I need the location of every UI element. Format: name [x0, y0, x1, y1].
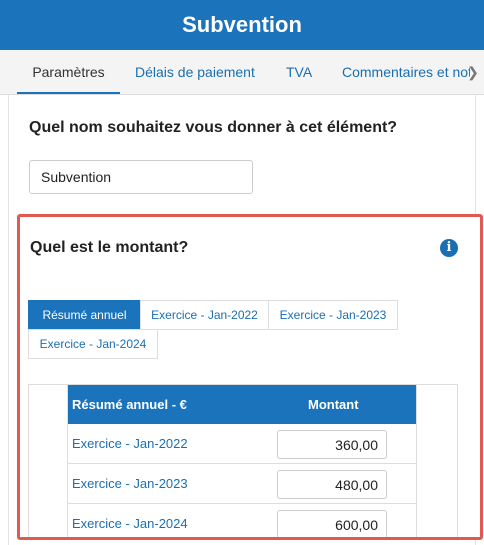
period-tab-resume-annuel[interactable]: Résumé annuel	[28, 300, 141, 330]
amount-input-jan-2024[interactable]	[277, 510, 387, 537]
name-input[interactable]	[29, 160, 253, 194]
tab-parametres[interactable]: Paramètres	[17, 50, 120, 94]
info-icon[interactable]: i	[440, 239, 458, 257]
page-title: Subvention	[182, 12, 302, 37]
table-row: Exercice - Jan-2022	[68, 424, 416, 464]
table-row: Exercice - Jan-2023	[68, 464, 416, 504]
app-header: Subvention	[0, 0, 484, 50]
period-tab-jan-2023[interactable]: Exercice - Jan-2023	[268, 300, 398, 330]
chevron-right-icon[interactable]: ❯	[466, 64, 480, 80]
column-header-amount: Montant	[308, 397, 359, 412]
row-label-jan-2024[interactable]: Exercice - Jan-2024	[72, 516, 188, 531]
amount-section: Quel est le montant? i Résumé annuel Exe…	[17, 214, 483, 540]
tab-tva[interactable]: TVA	[286, 50, 312, 94]
tab-commentaires[interactable]: Commentaires et notes	[342, 50, 470, 94]
amount-input-jan-2022[interactable]	[277, 430, 387, 459]
period-tab-jan-2022[interactable]: Exercice - Jan-2022	[140, 300, 269, 330]
tab-delais-de-paiement[interactable]: Délais de paiement	[135, 50, 255, 94]
amount-table-frame: Résumé annuel - € Montant Exercice - Jan…	[28, 384, 458, 537]
amount-input-jan-2023[interactable]	[277, 470, 387, 499]
period-tab-jan-2024[interactable]: Exercice - Jan-2024	[28, 329, 158, 359]
column-header-period: Résumé annuel - €	[72, 397, 187, 412]
row-label-jan-2022[interactable]: Exercice - Jan-2022	[72, 436, 188, 451]
table-header: Résumé annuel - € Montant	[68, 385, 416, 424]
table-row: Exercice - Jan-2024	[68, 504, 416, 537]
name-question: Quel nom souhaitez vous donner à cet élé…	[29, 119, 398, 136]
amount-table: Résumé annuel - € Montant Exercice - Jan…	[67, 385, 417, 537]
amount-question: Quel est le montant?	[30, 239, 189, 256]
tab-bar: Paramètres Délais de paiement TVA Commen…	[0, 50, 484, 95]
row-label-jan-2023[interactable]: Exercice - Jan-2023	[72, 476, 188, 491]
